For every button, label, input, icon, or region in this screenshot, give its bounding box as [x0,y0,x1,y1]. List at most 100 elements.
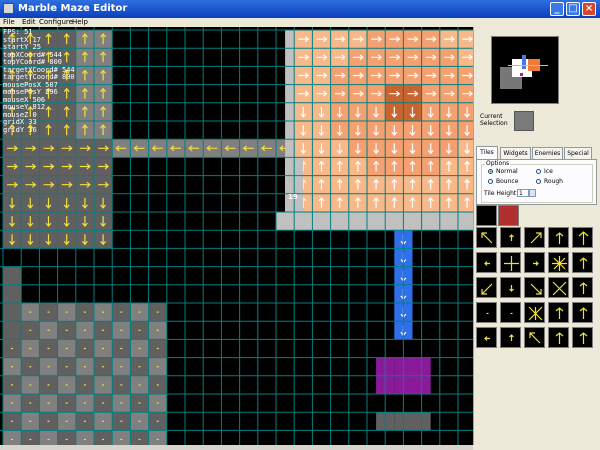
options-group: Options Normal Ice Bounce Rough [481,160,593,203]
four-way-icon [504,256,519,271]
tile-up-option[interactable] [572,327,593,348]
radio-ice[interactable]: Ice [536,168,553,175]
maze-tile[interactable] [312,212,331,231]
tile-height-spinner[interactable] [529,189,536,197]
stat-line: gridY 36 [3,125,37,134]
current-selection-label: Current Selection [480,113,508,127]
maze-tile[interactable] [57,430,76,445]
height-label: 19 [288,193,298,201]
maze-tile[interactable] [458,157,473,176]
maze-tile[interactable] [458,193,473,212]
tile-diag-ul-option[interactable] [524,327,545,348]
tile-down-dot-option[interactable] [500,277,521,298]
tile-diag-ur-option[interactable] [524,227,545,248]
tile-left-dot-option[interactable] [476,252,497,273]
minimize-button[interactable]: _ [550,2,564,16]
up-dot-icon [509,234,514,241]
tile-height-input[interactable]: 1 [517,189,529,197]
tab-special[interactable]: Special [564,147,592,159]
tile-diag-dl-option[interactable] [476,277,497,298]
tab-enemies[interactable]: Enemies [532,147,563,159]
tile-up-dot-option[interactable] [500,327,521,348]
maze-tile[interactable] [130,430,149,445]
maze-viewport[interactable]: FPS: 51 startX 17 startY 25 topXCoord# 5… [0,27,473,445]
radio-rough[interactable]: Rough [536,178,563,185]
horizontal-scrollbar[interactable] [0,445,473,450]
radio-bounce[interactable]: Bounce [488,178,518,185]
maze-tile[interactable] [3,430,22,445]
up-icon [579,332,588,344]
up-icon [579,307,588,319]
maze-tile[interactable] [458,121,473,140]
tile-up-option[interactable] [572,277,593,298]
options-label: Options [485,160,511,167]
tab-tiles[interactable]: Tiles [476,146,498,159]
close-button[interactable]: × [582,2,596,16]
up-icon [555,232,564,244]
radio-rough-dot [536,179,541,184]
menu-configure[interactable]: Configure [39,18,73,26]
tile-special-option[interactable] [498,205,519,226]
tile-four-diag-option[interactable] [548,277,569,298]
maze-tile[interactable] [421,212,440,231]
diag-ur-icon [530,232,542,244]
dot-icon [510,312,513,315]
tile-up-option[interactable] [572,252,593,273]
up-icon [555,332,564,344]
maze-tile[interactable] [458,102,473,121]
maze-tile[interactable] [403,212,422,231]
menu-file[interactable]: File [3,18,15,26]
tool-panel: Current Selection Tiles Widgets Enemies … [473,27,600,445]
maze-tile[interactable] [112,430,131,445]
maze-tile[interactable] [348,212,367,231]
tile-left-dot-option[interactable] [476,327,497,348]
radio-ice-label: Ice [544,168,553,175]
maze-tile[interactable] [458,139,473,158]
tile-up-big-option[interactable] [572,227,593,248]
maze-tile[interactable] [458,175,473,194]
maze-tile[interactable] [148,430,167,445]
maze-tile[interactable] [94,430,113,445]
tile-dot-option[interactable] [500,302,521,323]
maximize-button[interactable]: □ [566,2,580,16]
tile-up-option[interactable] [572,302,593,323]
maze-tile[interactable] [21,430,40,445]
maze-tile[interactable] [330,212,349,231]
maze-tile[interactable] [3,321,22,340]
minimap[interactable] [491,36,559,104]
tile-x-cross-option[interactable] [524,302,545,323]
tile-up-option[interactable] [548,302,569,323]
up-icon [555,307,564,319]
radio-normal[interactable]: Normal [488,168,518,175]
title-bar[interactable]: Marble Maze Editor _ □ × [0,0,600,18]
tile-right-dot-option[interactable] [524,252,545,273]
tile-empty-option[interactable] [476,205,497,226]
maze-tile[interactable] [385,212,404,231]
left-dot-icon [484,336,490,341]
tile-dot-option[interactable] [476,302,497,323]
tab-widgets[interactable]: Widgets [500,147,531,159]
tile-up-option[interactable] [548,227,569,248]
app-icon [3,3,14,14]
radio-ice-dot [536,169,541,174]
tile-up-dot-option[interactable] [500,227,521,248]
maze-tile[interactable] [3,266,22,285]
menu-edit[interactable]: Edit [22,18,36,26]
menu-help[interactable]: Help [72,18,88,26]
tile-diag-ul-option[interactable] [476,227,497,248]
maze-tile[interactable] [3,284,22,303]
maze-tile[interactable] [39,430,58,445]
tile-diag-dr-option[interactable] [524,277,545,298]
tile-up-option[interactable] [548,327,569,348]
maze-tile[interactable] [458,212,473,231]
maze-tile[interactable] [75,430,94,445]
tile-star-option[interactable] [548,252,569,273]
radio-bounce-dot [488,179,493,184]
down-dot-icon [509,285,514,292]
tile-four-way-option[interactable] [500,252,521,273]
maze-tile[interactable] [3,303,22,322]
window-title: Marble Maze Editor [18,3,128,14]
maze-tile[interactable] [367,212,386,231]
right-dot-icon [533,261,539,266]
maze-tile[interactable] [439,212,458,231]
